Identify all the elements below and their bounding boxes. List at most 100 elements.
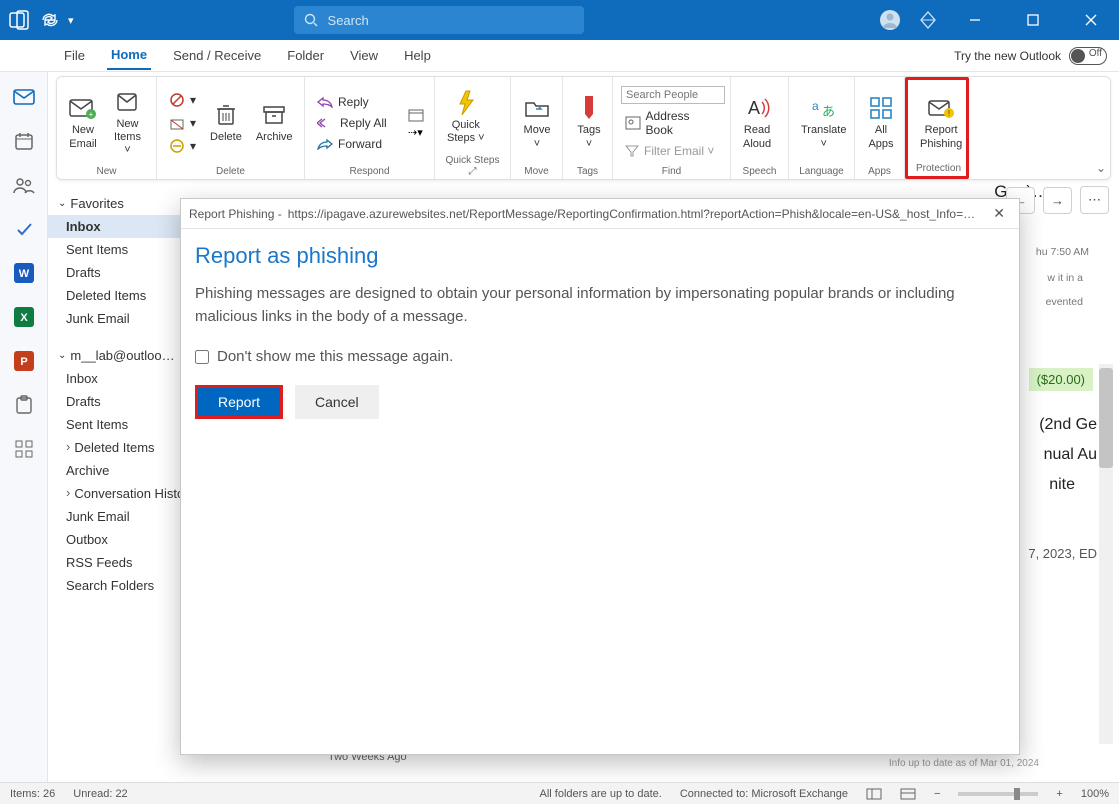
- sync-icon[interactable]: [40, 11, 58, 29]
- ribbon: +New Email New Items ˅ New ▾ ▾ ▾ Delete …: [56, 76, 1111, 180]
- report-phishing-dialog: Report Phishing - https://ipagave.azurew…: [180, 198, 1020, 755]
- tab-home[interactable]: Home: [107, 41, 151, 70]
- dialog-url: https://ipagave.azurewebsites.net/Report…: [288, 207, 982, 221]
- dialog-heading: Report as phishing: [195, 243, 1005, 269]
- reply-button[interactable]: Reply: [313, 93, 402, 111]
- tab-folder[interactable]: Folder: [283, 42, 328, 69]
- account-icon[interactable]: [879, 9, 901, 31]
- close-button[interactable]: [1071, 0, 1111, 40]
- dont-show-again-checkbox[interactable]: Don't show me this message again.: [195, 348, 1005, 365]
- body-frag-2: evented: [1046, 296, 1083, 308]
- more-apps-icon[interactable]: [13, 438, 35, 460]
- dialog-close-button[interactable]: ✕: [987, 205, 1011, 222]
- svg-text:a: a: [812, 99, 819, 113]
- dialog-title-prefix: Report Phishing -: [189, 207, 282, 221]
- forward-button[interactable]: Forward: [313, 135, 402, 153]
- group-protection: Protection: [916, 163, 958, 174]
- archive-button[interactable]: Archive: [252, 99, 297, 146]
- tab-view[interactable]: View: [346, 42, 382, 69]
- product-line-3: nite: [1049, 476, 1075, 494]
- view-normal-icon[interactable]: [866, 788, 882, 800]
- view-reading-icon[interactable]: [900, 788, 916, 800]
- meeting-icon[interactable]: [408, 107, 426, 123]
- svg-text:X: X: [20, 312, 28, 324]
- body-frag-1: w it in a: [1047, 272, 1083, 284]
- group-apps: Apps: [863, 166, 896, 177]
- svg-text:W: W: [18, 268, 29, 280]
- move-button[interactable]: Move ˅: [519, 92, 555, 152]
- date-line: 7, 2023, ED: [1028, 546, 1097, 561]
- group-quick-steps: Quick Steps ⤢: [443, 155, 502, 177]
- status-bar: Items: 26 Unread: 22 All folders are up …: [0, 782, 1119, 804]
- address-book-button[interactable]: Address Book: [621, 107, 722, 139]
- new-email-button[interactable]: +New Email: [65, 92, 101, 152]
- new-items-button[interactable]: New Items ˅: [107, 86, 148, 160]
- product-line-2: nual Au: [1044, 446, 1097, 464]
- ignore-button[interactable]: ▾: [165, 90, 200, 110]
- tasks-icon[interactable]: [13, 394, 35, 416]
- try-new-outlook-label: Try the new Outlook: [954, 49, 1061, 63]
- report-phishing-button[interactable]: !Report Phishing: [916, 92, 966, 152]
- status-items: Items: 26: [10, 788, 55, 800]
- translate-button[interactable]: aあTranslate ˅: [797, 92, 850, 152]
- premium-icon[interactable]: [919, 11, 937, 29]
- read-aloud-button[interactable]: ARead Aloud: [739, 92, 775, 152]
- search-box[interactable]: Search: [294, 6, 584, 34]
- zoom-level: 100%: [1081, 788, 1109, 800]
- cancel-button[interactable]: Cancel: [295, 385, 379, 419]
- maximize-button[interactable]: [1013, 0, 1053, 40]
- reading-scrollbar-thumb[interactable]: [1099, 368, 1113, 468]
- svg-text:A: A: [748, 98, 760, 118]
- group-tags: Tags: [571, 166, 604, 177]
- zoom-out-button[interactable]: −: [934, 788, 940, 800]
- status-unread: Unread: 22: [73, 788, 127, 800]
- excel-app-icon[interactable]: X: [13, 306, 35, 328]
- zoom-in-button[interactable]: +: [1056, 788, 1062, 800]
- word-app-icon[interactable]: W: [13, 262, 35, 284]
- zoom-slider[interactable]: [958, 792, 1038, 796]
- svg-text:+: +: [89, 110, 94, 119]
- forward-arrow-button[interactable]: →: [1043, 187, 1072, 214]
- svg-text:あ: あ: [822, 104, 835, 119]
- tags-button[interactable]: Tags ˅: [571, 92, 607, 152]
- info-footer-text: Info up to date as of Mar 01, 2024: [889, 758, 1039, 769]
- powerpoint-app-icon[interactable]: P: [13, 350, 35, 372]
- search-people-input[interactable]: [621, 86, 725, 104]
- group-move: Move: [519, 166, 554, 177]
- todo-module-icon[interactable]: [13, 218, 35, 240]
- message-time: hu 7:50 AM: [1036, 246, 1089, 258]
- share-icon[interactable]: ⇢▾: [408, 126, 426, 139]
- dropdown-icon[interactable]: ▾: [68, 14, 74, 27]
- try-new-outlook-toggle[interactable]: Off: [1069, 47, 1107, 65]
- report-button[interactable]: Report: [195, 385, 283, 419]
- group-new: New: [65, 166, 148, 177]
- tab-send-receive[interactable]: Send / Receive: [169, 42, 265, 69]
- delete-button[interactable]: Delete: [206, 99, 246, 146]
- cleanup-button[interactable]: ▾: [165, 113, 200, 133]
- dont-show-again-input[interactable]: [195, 350, 209, 364]
- tab-file[interactable]: File: [60, 42, 89, 69]
- status-connected: Connected to: Microsoft Exchange: [680, 788, 848, 800]
- search-icon: [304, 13, 318, 27]
- reply-all-button[interactable]: Reply All: [313, 114, 402, 132]
- app-icon: [8, 9, 30, 31]
- menu-bar: File Home Send / Receive Folder View Hel…: [0, 40, 1119, 72]
- filter-email-button[interactable]: Filter Email ˅: [621, 142, 722, 160]
- all-apps-button[interactable]: All Apps: [863, 92, 899, 152]
- calendar-module-icon[interactable]: [13, 130, 35, 152]
- people-module-icon[interactable]: [13, 174, 35, 196]
- junk-button[interactable]: ▾: [165, 136, 200, 156]
- group-respond: Respond: [313, 166, 426, 177]
- mail-module-icon[interactable]: [13, 86, 35, 108]
- product-line-1: (2nd Ge: [1039, 416, 1097, 434]
- quick-steps-button[interactable]: Quick Steps ˅: [443, 87, 489, 147]
- left-rail: W X P: [0, 72, 48, 782]
- dialog-body-text: Phishing messages are designed to obtain…: [195, 283, 1005, 328]
- minimize-button[interactable]: [955, 0, 995, 40]
- tab-help[interactable]: Help: [400, 42, 435, 69]
- ribbon-collapse-chevron[interactable]: ⌄: [1096, 161, 1106, 175]
- title-bar: ▾ Search: [0, 0, 1119, 40]
- dont-show-again-label: Don't show me this message again.: [217, 348, 453, 365]
- more-actions-button[interactable]: ⋯: [1080, 186, 1109, 214]
- status-sync: All folders are up to date.: [540, 788, 662, 800]
